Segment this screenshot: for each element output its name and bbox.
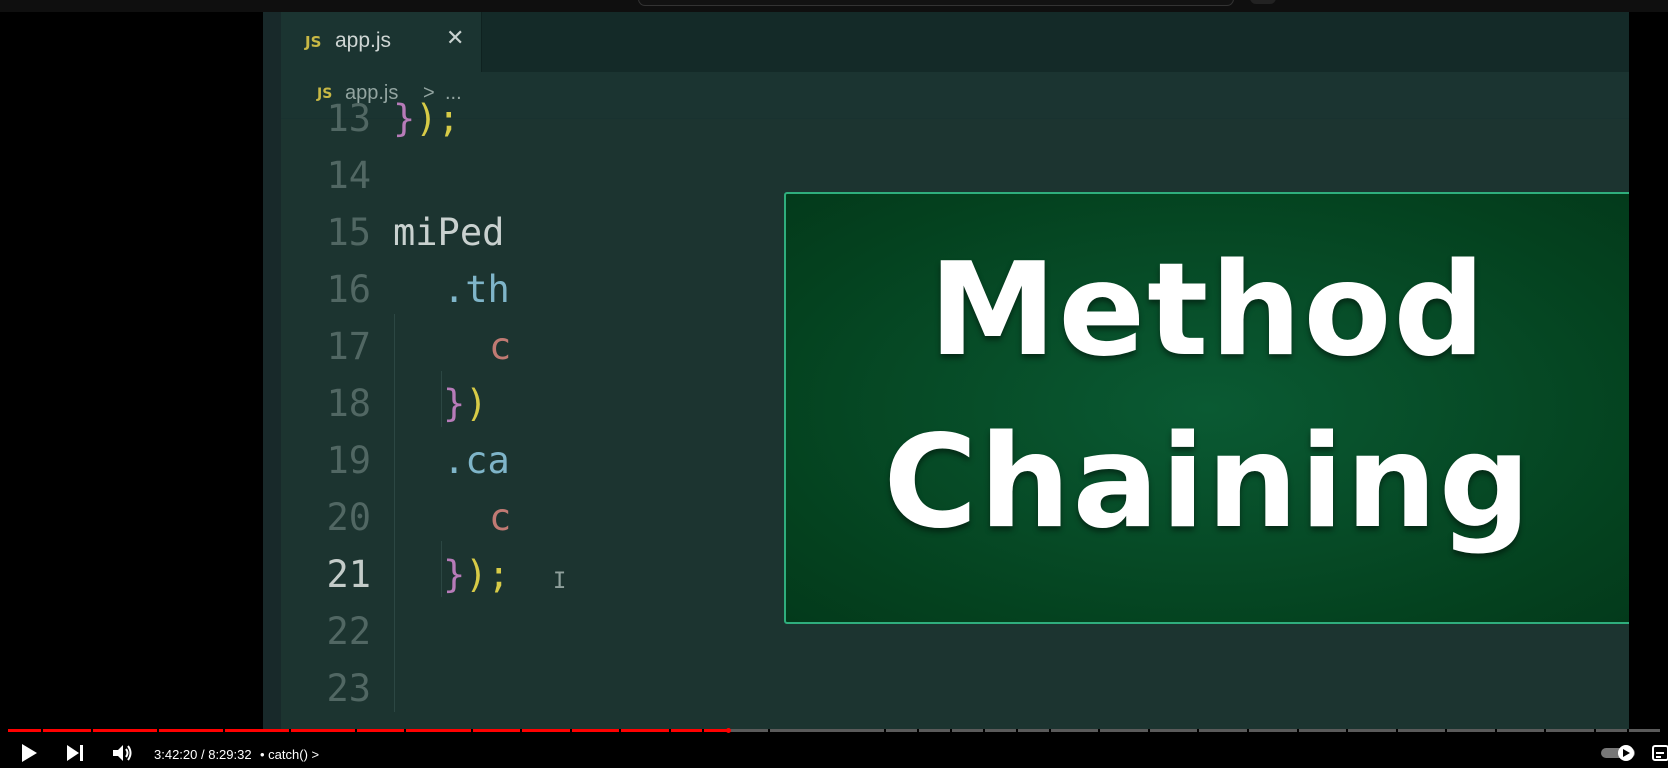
line-number: 22 xyxy=(326,610,371,653)
chapter-marker xyxy=(619,729,622,732)
tab-app-js[interactable]: JS app.js ✕ xyxy=(281,12,482,72)
volume-icon[interactable] xyxy=(111,742,135,768)
browser-top-bar xyxy=(0,0,1668,12)
chapter-marker xyxy=(1626,729,1629,732)
chapter-marker xyxy=(1445,729,1448,732)
editor-left-edge xyxy=(263,12,281,730)
code-line: }); xyxy=(393,97,460,140)
chapter-marker xyxy=(1544,729,1547,732)
code-line: miPed xyxy=(393,211,505,254)
chapter-marker xyxy=(1197,729,1200,732)
chapter-marker xyxy=(1593,729,1596,732)
chapter-marker xyxy=(701,729,704,732)
chapter-marker xyxy=(883,729,886,732)
text-cursor-icon: I xyxy=(553,569,567,594)
chapter-marker xyxy=(1015,729,1018,732)
javascript-file-icon: JS xyxy=(305,33,322,51)
subtitles-icon[interactable] xyxy=(1652,744,1668,766)
current-line-number: 21 xyxy=(326,553,371,596)
chapter-title[interactable]: • catch() > xyxy=(260,747,319,762)
video-frame[interactable]: JS app.js ✕ JS app.js > ... 13 14 15 16 … xyxy=(263,12,1629,730)
chapter-marker xyxy=(404,729,407,732)
line-number: 14 xyxy=(326,154,371,197)
chapter-marker xyxy=(288,729,291,732)
line-number: 20 xyxy=(326,496,371,539)
chapter-marker xyxy=(1395,729,1398,732)
line-number: 19 xyxy=(326,439,371,482)
title-card: Method Chaining xyxy=(784,192,1629,624)
chapter-marker xyxy=(1098,729,1101,732)
chapter-marker xyxy=(916,729,919,732)
line-number: 16 xyxy=(326,268,371,311)
chapter-marker xyxy=(1494,729,1497,732)
search-bar[interactable] xyxy=(638,0,1234,6)
chapter-marker xyxy=(1048,729,1051,732)
code-line: }) xyxy=(443,382,488,425)
chapter-marker xyxy=(569,729,572,732)
close-icon[interactable]: ✕ xyxy=(446,26,464,51)
code-line: c xyxy=(489,325,512,368)
indent-guide xyxy=(441,541,442,597)
chapter-marker xyxy=(156,729,159,732)
indent-guide xyxy=(441,371,442,427)
time-display: 3:42:20 / 8:29:32 xyxy=(154,747,252,762)
play-icon[interactable] xyxy=(18,742,40,768)
code-line: }); xyxy=(443,553,510,596)
chapter-marker xyxy=(982,729,985,732)
code-line: .th xyxy=(443,268,510,311)
chapter-marker xyxy=(949,729,952,732)
tab-label: app.js xyxy=(335,29,392,52)
chapter-marker xyxy=(767,729,770,732)
line-number: 15 xyxy=(326,211,371,254)
chapter-marker xyxy=(1147,729,1150,732)
chevron-right-icon: > xyxy=(311,747,320,762)
chapter-marker xyxy=(470,729,473,732)
chapter-label: • catch() xyxy=(260,747,308,762)
code-line: c xyxy=(489,496,512,539)
chapter-marker xyxy=(222,729,225,732)
next-icon[interactable] xyxy=(64,742,86,768)
scrubber-handle[interactable] xyxy=(726,728,732,733)
chapter-marker xyxy=(520,729,523,732)
line-number: 17 xyxy=(326,325,371,368)
chapter-marker xyxy=(1247,729,1249,732)
autoplay-toggle-icon[interactable] xyxy=(1601,745,1635,765)
line-number: 13 xyxy=(326,97,371,140)
title-line-2: Chaining xyxy=(883,408,1533,557)
line-number: 23 xyxy=(326,667,371,710)
title-line-1: Method xyxy=(928,236,1488,385)
editor-tab-bar: JS app.js ✕ xyxy=(281,12,1629,72)
indent-guide xyxy=(394,314,395,712)
chapter-marker xyxy=(354,729,357,732)
chapter-marker xyxy=(90,729,93,732)
chapter-marker xyxy=(1296,729,1299,732)
chapter-marker xyxy=(668,729,671,732)
line-number: 18 xyxy=(326,382,371,425)
player-controls: 3:42:20 / 8:29:32 • catch() > xyxy=(0,736,1668,765)
chapter-marker xyxy=(1346,729,1349,732)
progress-bar[interactable] xyxy=(8,728,1660,733)
mic-button[interactable] xyxy=(1250,0,1276,4)
code-line: .ca xyxy=(443,439,510,482)
chapter-marker xyxy=(41,729,44,732)
